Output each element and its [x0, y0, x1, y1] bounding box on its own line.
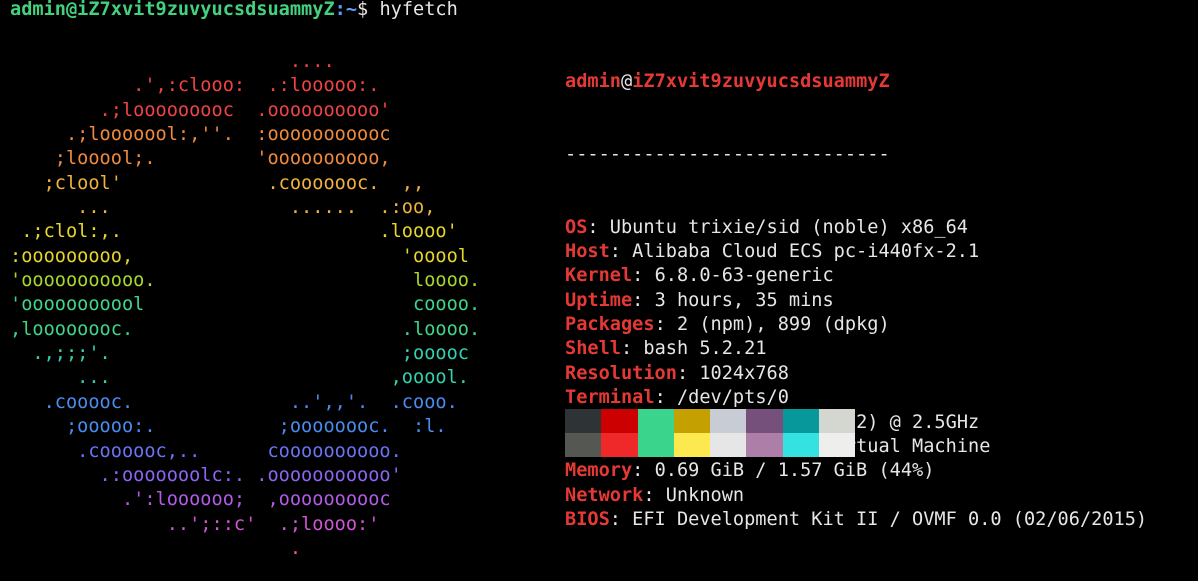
palette-swatch — [818, 409, 855, 433]
info-colon: : — [632, 289, 655, 311]
logo-line: .cooooc. ..',,'. .cooo. — [10, 391, 458, 413]
info-colon: : — [676, 362, 700, 384]
info-colon: : — [609, 241, 633, 263]
prompt-user-host: admin@iZ7xvit9zuvyucsdsuammyZ — [10, 0, 335, 20]
info-key: Network — [565, 484, 644, 506]
logo-line: .':loooooo; ,oooooooooc — [10, 489, 391, 511]
palette-swatch — [601, 409, 638, 433]
logo-line: ;looool;. 'oooooooooo, — [10, 148, 391, 170]
info-header-at: @ — [620, 70, 633, 92]
palette-swatch — [673, 409, 710, 433]
info-colon: : — [632, 460, 655, 482]
logo-line: ..';::c' .;loooo:' — [10, 513, 380, 535]
info-row-terminal: Terminal: /dev/pts/0 — [565, 386, 1147, 410]
info-key: Terminal — [565, 387, 655, 409]
logo-line: .;looooool:,''. :ooooooooooc — [10, 124, 391, 146]
palette-swatch — [710, 409, 747, 433]
info-key: Memory — [565, 460, 633, 482]
info-row-uptime: Uptime: 3 hours, 35 mins — [565, 289, 1147, 313]
palette-swatch — [565, 409, 602, 433]
palette-swatch — [782, 433, 819, 457]
logo-line: ;ooooo:. ;oooooooc. :l. — [10, 416, 447, 438]
logo-line: ;clool' .cooooooc. ,, — [10, 172, 425, 194]
palette-swatch — [637, 409, 674, 433]
info-value: EFI Development Kit II / OVMF 0.0 (02/06… — [632, 508, 1148, 530]
palette-row-bright — [565, 433, 855, 457]
logo-line: ... ,ooool. — [10, 367, 469, 389]
info-value: 2 (npm), 899 (dpkg) — [676, 314, 890, 336]
palette-swatch — [782, 409, 819, 433]
info-key: Packages — [565, 314, 655, 336]
info-value: Ubuntu trixie/sid (noble) x86_64 — [609, 216, 969, 238]
info-key: Kernel — [565, 265, 633, 287]
prompt-path: :~ — [334, 0, 358, 20]
info-key: Host — [565, 241, 610, 263]
palette-row-normal — [565, 409, 855, 433]
palette-swatch — [601, 433, 638, 457]
info-row-bios: BIOS: EFI Development Kit II / OVMF 0.0 … — [565, 508, 1147, 532]
info-value: /dev/pts/0 — [676, 387, 789, 409]
info-separator: ----------------------------- — [565, 143, 890, 165]
logo-line: .... — [10, 51, 335, 72]
command-prompt: admin@iZ7xvit9zuvyucsdsuammyZ:~$ hyfetch — [10, 0, 458, 22]
info-row-network: Network: Unknown — [565, 484, 1147, 508]
color-palette — [565, 409, 855, 457]
prompt-symbol: $ — [357, 0, 369, 20]
logo-line: .;clol:,. .loooo' — [10, 221, 458, 243]
info-row-resolution: Resolution: 1024x768 — [565, 362, 1147, 386]
info-key: BIOS — [565, 508, 610, 530]
palette-swatch — [565, 433, 602, 457]
info-key: Resolution — [565, 362, 677, 384]
info-key: OS — [565, 216, 588, 238]
palette-swatch — [710, 433, 747, 457]
info-value: 3 hours, 35 mins — [654, 289, 834, 311]
logo-line: :ooooooooo, 'ooool — [10, 245, 469, 267]
palette-swatch — [746, 433, 783, 457]
info-value: 1024x768 — [699, 362, 789, 384]
info-row-os: OS: Ubuntu trixie/sid (noble) x86_64 — [565, 216, 1147, 240]
info-row-shell: Shell: bash 5.2.21 — [565, 337, 1147, 361]
info-key: Uptime — [565, 289, 633, 311]
info-colon: : — [643, 484, 666, 506]
info-colon: : — [587, 216, 610, 238]
logo-line: .;looooooooc .oooooooooo' — [10, 99, 391, 121]
info-colon: : — [632, 265, 655, 287]
info-colon: : — [609, 508, 633, 530]
info-value: bash 5.2.21 — [643, 338, 767, 360]
prompt-command: hyfetch — [379, 0, 458, 20]
logo-line: ,loooooooc. .loooo. — [10, 318, 481, 340]
distro-ascii-logo: .... .',:clooo: .:looooo:. .;looooooooc … — [10, 50, 480, 561]
info-fields: OS: Ubuntu trixie/sid (noble) x86_64 Host… — [565, 216, 1147, 532]
palette-swatch — [746, 409, 783, 433]
logo-line: ... ...... .:oo, — [10, 197, 436, 219]
info-row-packages: Packages: 2 (npm), 899 (dpkg) — [565, 313, 1147, 337]
logo-line: . — [10, 537, 302, 559]
info-value: Unknown — [665, 484, 745, 506]
logo-line: .,;;;'. ;ooooc — [10, 343, 469, 365]
info-value: 6.8.0-63-generic — [654, 265, 834, 287]
palette-swatch — [818, 433, 855, 457]
logo-line: .:ooooooolc:. .ooooooooooo' — [10, 464, 402, 486]
info-value: Alibaba Cloud ECS pc-i440fx-2.1 — [632, 241, 980, 263]
terminal-window[interactable]: admin@iZ7xvit9zuvyucsdsuammyZ:~$ hyfetch… — [0, 0, 1198, 572]
info-colon: : — [620, 338, 644, 360]
info-header-user: admin — [565, 70, 621, 92]
info-row-host: Host: Alibaba Cloud ECS pc-i440fx-2.1 — [565, 240, 1147, 264]
info-header-host: iZ7xvit9zuvyucsdsuammyZ — [632, 70, 890, 92]
info-header: admin@iZ7xvit9zuvyucsdsuammyZ — [565, 70, 1147, 94]
palette-swatch — [637, 433, 674, 457]
info-colon: : — [654, 387, 677, 409]
logo-line: .coooooc,.. coooooooooo. — [10, 440, 402, 462]
info-row-kernel: Kernel: 6.8.0-63-generic — [565, 264, 1147, 288]
system-info-panel: admin@iZ7xvit9zuvyucsdsuammyZ ----------… — [565, 21, 1147, 581]
info-row-memory: Memory: 0.69 GiB / 1.57 GiB (44%) — [565, 459, 1147, 483]
info-value: 0.69 GiB / 1.57 GiB (44%) — [654, 460, 935, 482]
info-colon: : — [654, 314, 677, 336]
palette-swatch — [673, 433, 710, 457]
logo-line: .',:clooo: .:looooo:. — [10, 75, 380, 97]
logo-line: 'ooooooooool coooo. — [10, 294, 481, 316]
logo-line: 'ooooooooooo. loooo. — [10, 270, 481, 292]
info-key: Shell — [565, 338, 621, 360]
